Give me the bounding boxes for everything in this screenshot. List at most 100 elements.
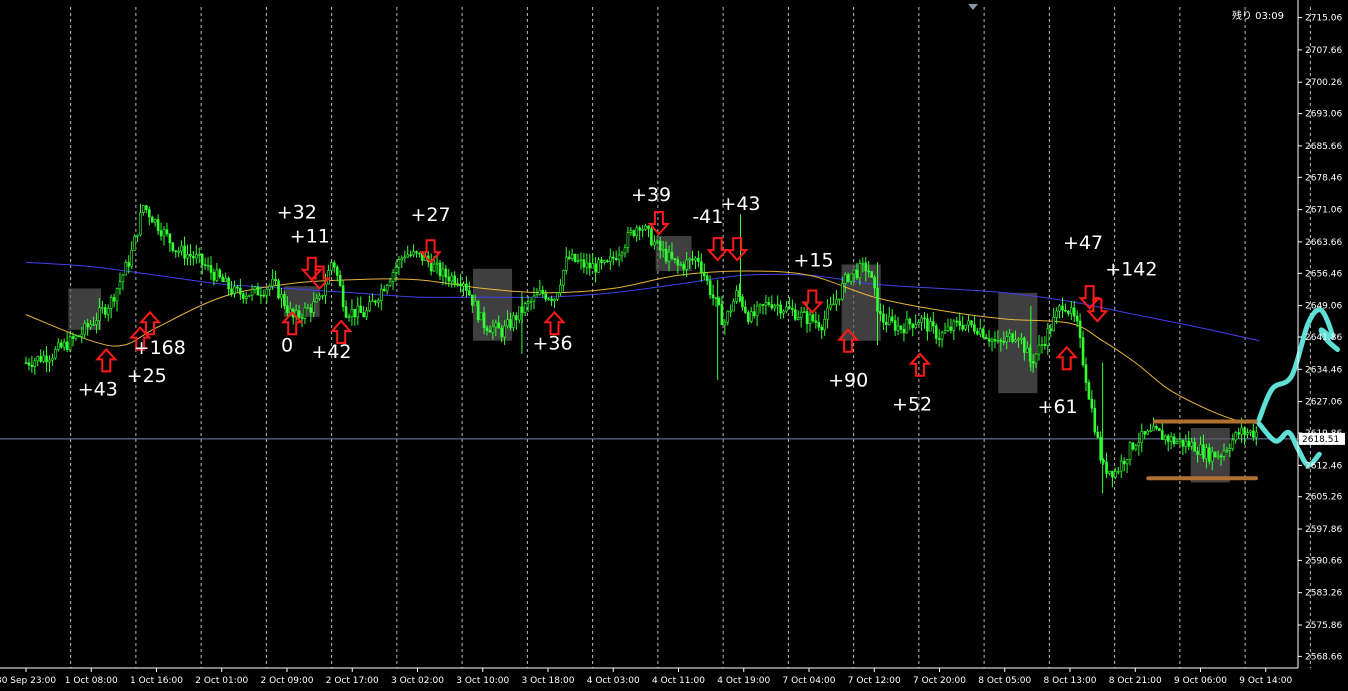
candle-body bbox=[391, 272, 395, 282]
candle-body bbox=[1137, 442, 1141, 447]
candle-body bbox=[940, 332, 944, 340]
candle-body bbox=[547, 298, 550, 301]
candle-body bbox=[697, 257, 700, 262]
candle-body bbox=[670, 251, 674, 259]
candle-body bbox=[556, 292, 559, 300]
candle-body bbox=[112, 297, 116, 302]
candle-body bbox=[165, 229, 169, 235]
candle-body bbox=[1046, 328, 1050, 346]
candle-body bbox=[626, 232, 630, 248]
candle-body bbox=[609, 256, 612, 262]
candle-body bbox=[981, 328, 985, 338]
y-tick-label: 2612.46 bbox=[1305, 461, 1342, 471]
candle-body bbox=[101, 307, 104, 309]
candle-body bbox=[1190, 441, 1193, 447]
candle-body bbox=[708, 280, 712, 296]
candle-body bbox=[635, 227, 639, 236]
candle-body bbox=[1067, 310, 1070, 314]
candle-body bbox=[705, 275, 709, 281]
candle-body bbox=[262, 294, 266, 297]
candle-body bbox=[846, 274, 850, 282]
candle-body bbox=[218, 269, 222, 278]
pip-label: +47 bbox=[1063, 232, 1103, 254]
candle-body bbox=[694, 257, 697, 261]
candle-body bbox=[820, 326, 824, 331]
candle-body bbox=[1234, 432, 1238, 441]
candle-body bbox=[541, 289, 545, 294]
candle-body bbox=[171, 242, 175, 251]
x-tick-label: 9 Oct 06:00 bbox=[1174, 676, 1227, 686]
candle-body bbox=[1131, 442, 1135, 450]
x-tick-label: 7 Oct 12:00 bbox=[848, 676, 901, 686]
pip-label: +39 bbox=[631, 184, 671, 206]
pip-label: +90 bbox=[828, 370, 868, 392]
x-tick-label: 4 Oct 19:00 bbox=[717, 676, 770, 686]
y-tick-label: 2678.46 bbox=[1305, 173, 1342, 183]
candle-body bbox=[106, 308, 110, 315]
price-chart[interactable]: +43+25+168+32+110 +42+27+36+39-41+43+15+9… bbox=[0, 0, 1348, 691]
candle-body bbox=[873, 277, 876, 289]
candle-body bbox=[221, 276, 225, 282]
candle-body bbox=[870, 271, 873, 278]
candle-body bbox=[236, 286, 239, 289]
candle-body bbox=[224, 277, 227, 282]
candle-body bbox=[515, 315, 518, 321]
candle-body bbox=[406, 254, 410, 258]
pip-label: +142 bbox=[1105, 258, 1157, 280]
candle-body bbox=[388, 281, 392, 286]
pip-label: +168 bbox=[134, 337, 186, 359]
candle-body bbox=[33, 360, 37, 367]
candle-body bbox=[74, 335, 78, 339]
candle-body bbox=[1058, 305, 1061, 312]
candle-body bbox=[773, 305, 777, 309]
candle-body bbox=[685, 259, 688, 270]
candle-body bbox=[911, 323, 915, 328]
candle-body bbox=[1252, 430, 1255, 438]
candle-body bbox=[976, 330, 979, 335]
candle-body bbox=[535, 293, 539, 297]
candle-body bbox=[509, 319, 512, 328]
candle-body bbox=[984, 336, 988, 340]
candle-body bbox=[611, 256, 615, 259]
candle-body bbox=[453, 275, 456, 284]
candle-body bbox=[133, 235, 136, 251]
candle-body bbox=[186, 253, 189, 259]
x-tick-label: 1 Oct 08:00 bbox=[65, 676, 118, 686]
candle-body bbox=[330, 262, 333, 271]
candle-body bbox=[253, 286, 257, 290]
pip-label: +36 bbox=[533, 332, 573, 354]
candle-body bbox=[1237, 432, 1240, 435]
candle-body bbox=[929, 321, 932, 332]
y-tick-label: 2568.66 bbox=[1305, 652, 1342, 662]
candle-body bbox=[726, 311, 730, 323]
candle-body bbox=[39, 356, 42, 362]
candle-body bbox=[744, 306, 747, 313]
candle-body bbox=[987, 338, 991, 342]
candle-body bbox=[441, 268, 445, 277]
candle-body bbox=[127, 262, 131, 267]
x-tick-label: 3 Oct 18:00 bbox=[522, 676, 575, 686]
candle-body bbox=[459, 283, 462, 287]
candle-body bbox=[1228, 448, 1232, 451]
candle-body bbox=[174, 250, 178, 252]
candle-body bbox=[755, 305, 759, 317]
bar-countdown: 残り 03:09 bbox=[1232, 9, 1284, 22]
candle-body bbox=[1158, 428, 1161, 431]
candle-body bbox=[312, 301, 316, 313]
candle-body bbox=[714, 297, 718, 300]
candle-body bbox=[512, 315, 515, 328]
candle-body bbox=[239, 287, 242, 295]
candle-body bbox=[77, 335, 81, 338]
candle-body bbox=[485, 327, 489, 331]
candle-body bbox=[139, 212, 142, 236]
candle-body bbox=[679, 264, 683, 266]
candle-body bbox=[799, 311, 803, 318]
candle-body bbox=[990, 339, 994, 342]
candle-body bbox=[227, 277, 230, 290]
candle-body bbox=[177, 250, 180, 253]
candle-body bbox=[658, 240, 662, 251]
y-tick-label: 2693.06 bbox=[1305, 110, 1342, 120]
candle-body bbox=[241, 293, 245, 299]
candle-body bbox=[1225, 450, 1229, 452]
candle-body bbox=[353, 308, 357, 318]
